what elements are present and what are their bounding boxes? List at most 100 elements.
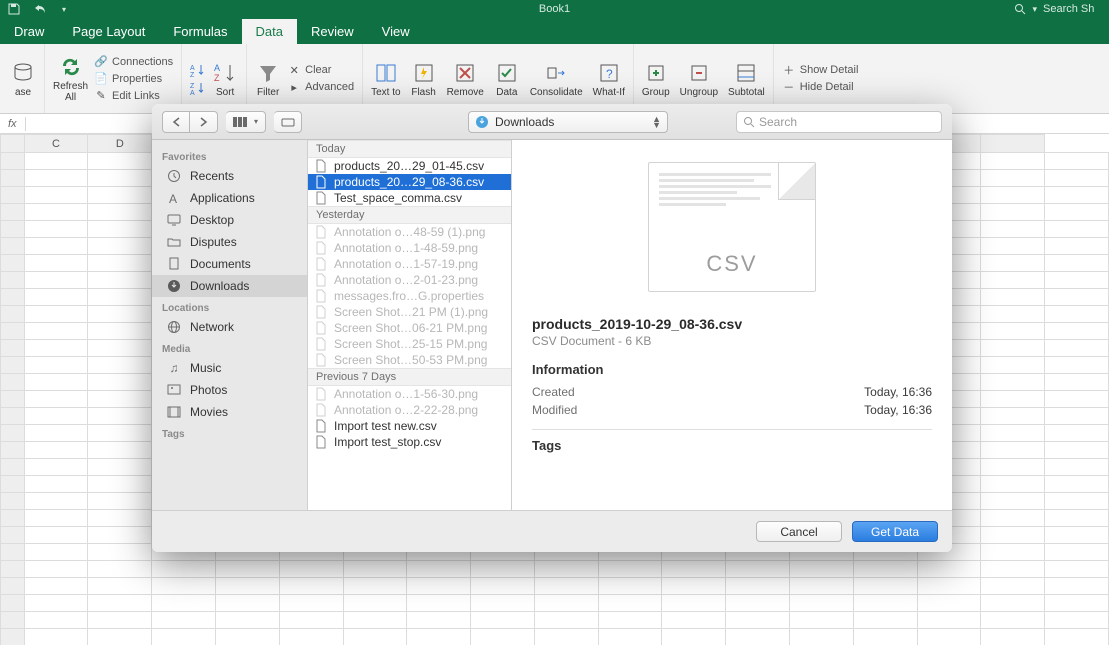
- clear-icon: ✕: [287, 63, 301, 77]
- sidebar-item-network[interactable]: Network: [152, 316, 307, 338]
- file-icon: [314, 175, 328, 189]
- file-name: products_20…29_01-45.csv: [334, 159, 484, 173]
- file-name: Annotation o…1-57-19.png: [334, 257, 478, 271]
- forward-button[interactable]: [190, 111, 218, 133]
- fx-label: fx: [8, 118, 17, 130]
- svg-text:Z: Z: [190, 72, 195, 77]
- file-thumbnail: CSV: [648, 162, 816, 292]
- database-icon: [10, 60, 36, 86]
- consolidate-icon: [543, 60, 569, 86]
- advanced-button[interactable]: ▸Advanced: [287, 79, 354, 95]
- file-icon: [314, 387, 328, 401]
- file-name: Screen Shot…06-21 PM.png: [334, 321, 487, 335]
- show-detail-button[interactable]: ＋Show Detail: [782, 62, 859, 78]
- hide-detail-button[interactable]: －Hide Detail: [782, 79, 854, 95]
- file-row[interactable]: products_20…29_08-36.csv: [308, 174, 511, 190]
- validation-icon: [494, 60, 520, 86]
- sort-asc-icon[interactable]: AZ: [190, 63, 206, 77]
- file-row[interactable]: Test_space_comma.csv: [308, 190, 511, 206]
- remove-dup-button[interactable]: Remove: [447, 60, 484, 98]
- tab-draw[interactable]: Draw: [0, 19, 58, 44]
- consolidate-button[interactable]: Consolidate: [530, 60, 583, 98]
- get-data-button[interactable]: Get Data: [852, 521, 938, 542]
- edit-links-button[interactable]: ✎Edit Links: [94, 88, 160, 104]
- redo-dropdown-icon[interactable]: ▾: [62, 5, 66, 14]
- back-button[interactable]: [162, 111, 190, 133]
- file-row: Screen Shot…06-21 PM.png: [308, 320, 511, 336]
- ungroup-button[interactable]: Ungroup: [680, 60, 718, 98]
- view-mode-button[interactable]: ▾: [226, 111, 266, 133]
- connections-button[interactable]: 🔗Connections: [94, 54, 173, 70]
- group-button[interactable]: Group: [642, 60, 670, 98]
- file-name: Annotation o…48-59 (1).png: [334, 225, 485, 239]
- file-name: messages.fro…G.properties: [334, 289, 484, 303]
- sidebar-item-disputes[interactable]: Disputes: [152, 231, 307, 253]
- file-row[interactable]: products_20…29_01-45.csv: [308, 158, 511, 174]
- clear-button[interactable]: ✕Clear: [287, 62, 331, 78]
- tab-formulas[interactable]: Formulas: [159, 19, 241, 44]
- sidebar-item-desktop[interactable]: Desktop: [152, 209, 307, 231]
- sidebar-item-music[interactable]: ♫Music: [152, 357, 307, 379]
- dialog-search[interactable]: [736, 111, 942, 133]
- sidebar-item-recents[interactable]: Recents: [152, 165, 307, 187]
- refresh-all-button[interactable]: Refresh All: [53, 54, 88, 103]
- location-popup[interactable]: Downloads ▲▼: [468, 111, 668, 133]
- file-row: Annotation o…2-01-23.png: [308, 272, 511, 288]
- save-icon[interactable]: [8, 3, 20, 15]
- file-icon: [314, 289, 328, 303]
- sort-icon: AZ: [212, 60, 238, 86]
- file-preview: CSV products_2019-10-29_08-36.csv CSV Do…: [512, 140, 952, 510]
- tab-view[interactable]: View: [368, 19, 424, 44]
- file-name: Annotation o…1-56-30.png: [334, 387, 478, 401]
- sidebar-item-photos[interactable]: Photos: [152, 379, 307, 401]
- sort-button[interactable]: AZ Sort: [212, 60, 238, 98]
- chevron-left-icon: [172, 117, 181, 127]
- data-validation-button[interactable]: Data: [494, 60, 520, 98]
- sort-desc-icon[interactable]: ZA: [190, 81, 206, 95]
- edit-links-icon: ✎: [94, 89, 108, 103]
- properties-button[interactable]: 📄Properties: [94, 71, 162, 87]
- flash-icon: [411, 60, 437, 86]
- clock-icon: [166, 168, 182, 184]
- file-name: Screen Shot…25-15 PM.png: [334, 337, 487, 351]
- flash-fill-button[interactable]: Flash: [411, 60, 437, 98]
- svg-text:A: A: [169, 192, 177, 205]
- search-icon[interactable]: [1014, 3, 1026, 15]
- svg-text:A: A: [190, 90, 195, 95]
- file-icon: [314, 159, 328, 173]
- file-row[interactable]: Import test new.csv: [308, 418, 511, 434]
- col-header[interactable]: D: [88, 135, 152, 153]
- undo-icon[interactable]: [34, 3, 48, 15]
- tab-review[interactable]: Review: [297, 19, 368, 44]
- sidebar-item-documents[interactable]: Documents: [152, 253, 307, 275]
- svg-text:?: ?: [606, 67, 613, 81]
- subtotal-button[interactable]: Subtotal: [728, 60, 765, 98]
- cancel-button[interactable]: Cancel: [756, 521, 842, 542]
- sidebar-item-downloads[interactable]: Downloads: [152, 275, 307, 297]
- ribbon-tabs: Draw Page Layout Formulas Data Review Vi…: [0, 18, 1109, 44]
- file-name: products_20…29_08-36.csv: [334, 175, 484, 189]
- col-header[interactable]: C: [24, 135, 88, 153]
- filter-button[interactable]: Filter: [255, 60, 281, 98]
- titlebar-search[interactable]: [1043, 3, 1103, 15]
- sidebar-item-applications[interactable]: AApplications: [152, 187, 307, 209]
- sidebar-item-movies[interactable]: Movies: [152, 401, 307, 423]
- svg-text:Z: Z: [214, 73, 220, 83]
- tab-page-layout[interactable]: Page Layout: [58, 19, 159, 44]
- ungroup-icon: [686, 60, 712, 86]
- tab-data[interactable]: Data: [242, 19, 297, 44]
- file-name: Test_space_comma.csv: [334, 191, 462, 205]
- database-button[interactable]: ase: [10, 60, 36, 98]
- file-open-dialog: ▾ Downloads ▲▼ Favorites Recents AApplic…: [152, 104, 952, 552]
- titlebar: ▾ Book1 ▾: [0, 0, 1109, 18]
- whatif-button[interactable]: ?What-If: [593, 60, 625, 98]
- search-input[interactable]: [759, 115, 935, 129]
- group-button-toolbar[interactable]: [274, 111, 302, 133]
- preview-filename: products_2019-10-29_08-36.csv: [532, 316, 932, 332]
- desktop-icon: [166, 212, 182, 228]
- text-to-columns-button[interactable]: Text to: [371, 60, 400, 98]
- file-row: Screen Shot…50-53 PM.png: [308, 352, 511, 368]
- file-row[interactable]: Import test_stop.csv: [308, 434, 511, 450]
- whatif-icon: ?: [596, 60, 622, 86]
- file-row: Annotation o…48-59 (1).png: [308, 224, 511, 240]
